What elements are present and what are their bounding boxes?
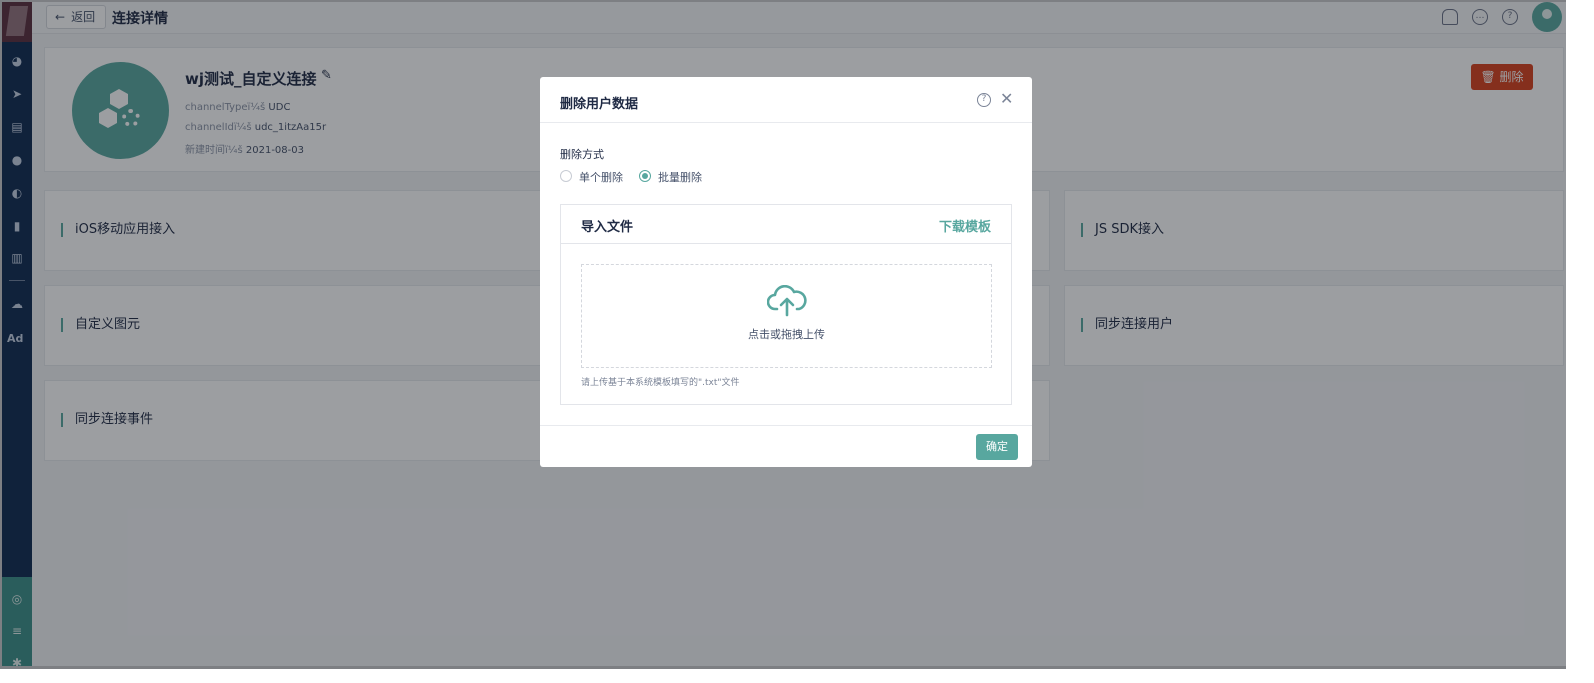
- app-window: ◕ ➤ ▤ ● ◐ ▮ ▥ ☁ Ad ◎ ≡ ✱ ← 返回 连接详情 … ? wj…: [2, 2, 1566, 666]
- radio-batch-delete[interactable]: [639, 170, 651, 182]
- radio-single-delete[interactable]: [560, 170, 572, 182]
- upload-hint: 请上传基于本系统模板填写的".txt"文件: [581, 378, 740, 388]
- window-edge-bottom: [0, 669, 1594, 683]
- close-icon[interactable]: ✕: [1000, 89, 1013, 108]
- download-template-link[interactable]: 下载模板: [939, 216, 991, 235]
- modal-header: 删除用户数据 ? ✕: [540, 77, 1032, 123]
- import-panel-header: 导入文件 下载模板: [561, 205, 1011, 244]
- cloud-upload-icon: [767, 285, 807, 317]
- upload-instruction: 点击或拖拽上传: [748, 328, 825, 341]
- confirm-button[interactable]: 确定: [976, 434, 1018, 460]
- import-file-panel: 导入文件 下载模板 点击或拖拽上传 请上传基于本系统模板填写的".txt"文件: [560, 204, 1012, 405]
- radio-single-delete-label[interactable]: 单个删除: [579, 169, 623, 185]
- upload-dropzone[interactable]: 点击或拖拽上传: [581, 264, 992, 368]
- modal-footer-divider: [540, 425, 1032, 426]
- window-edge-right: [1566, 0, 1594, 683]
- modal-title: 删除用户数据: [560, 97, 639, 112]
- radio-batch-delete-label[interactable]: 批量删除: [658, 169, 702, 185]
- question-icon[interactable]: ?: [977, 93, 991, 107]
- import-file-title: 导入文件: [581, 220, 634, 235]
- delete-user-data-modal: 删除用户数据 ? ✕ 删除方式 单个删除 批量删除 导入文件 下载模板 点击或拖…: [540, 77, 1032, 467]
- delete-method-label: 删除方式: [560, 148, 604, 161]
